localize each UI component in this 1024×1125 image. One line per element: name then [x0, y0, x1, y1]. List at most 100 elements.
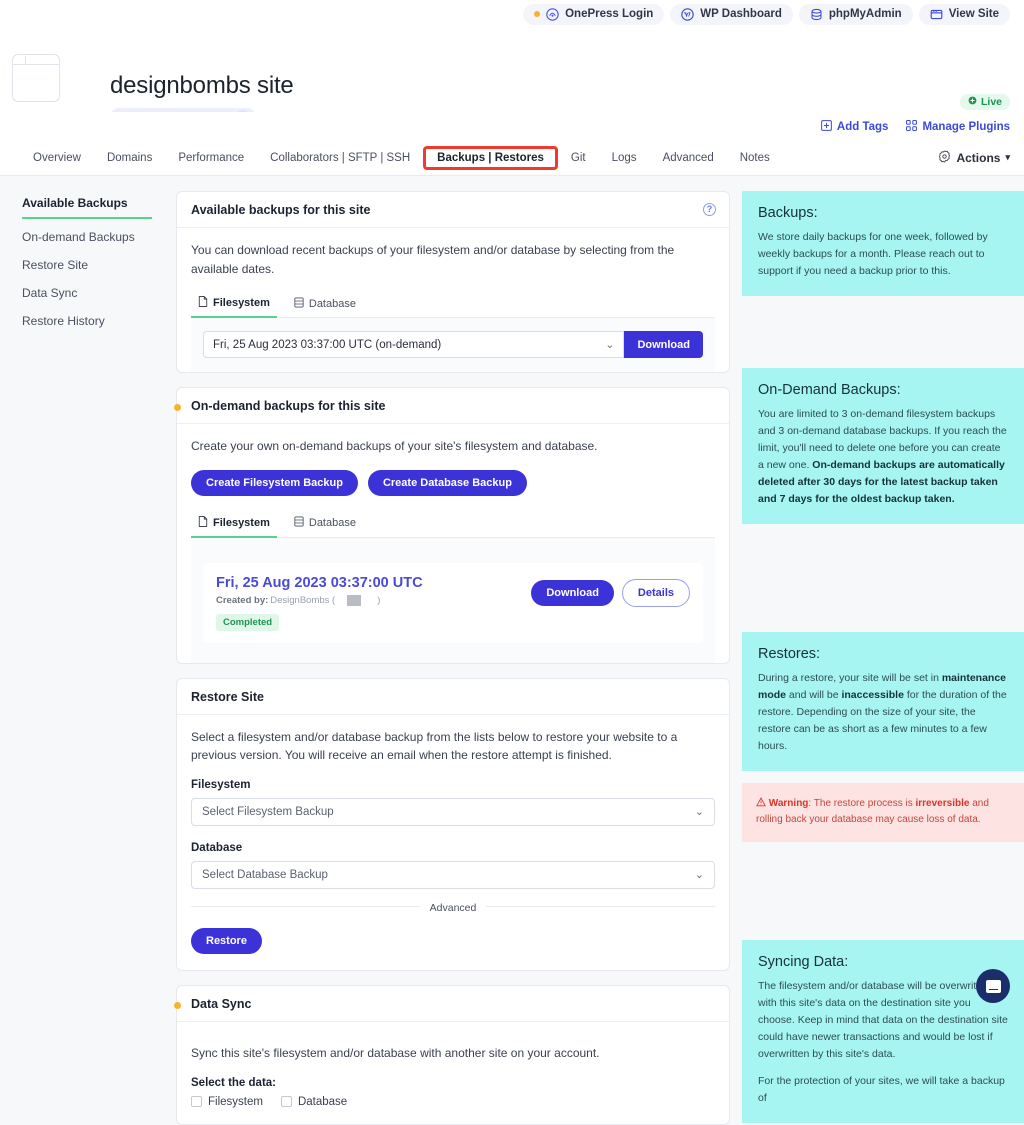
tab-domains[interactable]: Domains: [94, 147, 165, 169]
download-on-demand-backup-button[interactable]: Download: [531, 579, 614, 606]
restores-text-2: and will be: [786, 689, 842, 701]
question-circle-icon[interactable]: ?: [703, 203, 716, 216]
subtab-filesystem[interactable]: Filesystem: [191, 512, 277, 538]
info-card-backups: Backups: We store daily backups for one …: [742, 191, 1024, 296]
chevron-down-icon: ⌄: [605, 339, 615, 352]
tab-overview[interactable]: Overview: [20, 147, 94, 169]
redacted-email-block: [347, 594, 362, 606]
subtab-label: Database: [308, 517, 356, 530]
subtab-label: Filesystem: [213, 516, 270, 529]
restore-site-title: Restore Site: [191, 689, 264, 704]
info-sidebar: Backups: We store daily backups for one …: [742, 191, 1024, 1124]
restore-filesystem-select[interactable]: Select Filesystem Backup ⌄: [191, 797, 715, 826]
sidebar-item-restore-site[interactable]: Restore Site: [22, 253, 176, 281]
add-tags-button[interactable]: Add Tags: [821, 120, 889, 134]
data-sync-title: Data Sync: [191, 996, 252, 1011]
quicklink-view-site[interactable]: View Site: [918, 3, 1010, 25]
manage-plugins-label: Manage Plugins: [922, 121, 1010, 133]
warning-label: Warning: [768, 798, 809, 809]
chat-bubble-icon[interactable]: [976, 969, 1010, 1003]
data-sync-card: Data Sync Sync this site's filesystem an…: [174, 984, 730, 1125]
chevron-down-icon: ⌄: [694, 806, 704, 819]
sidebar-item-on-demand-backups[interactable]: On-demand Backups: [22, 225, 176, 253]
status-badge-label: Live: [980, 96, 1002, 108]
download-backup-button[interactable]: Download: [624, 331, 703, 359]
advanced-toggle[interactable]: Advanced: [191, 899, 715, 914]
restore-button[interactable]: Restore: [191, 927, 262, 954]
backup-details-button[interactable]: Details: [621, 578, 690, 607]
warning-bold-1: irreversible: [915, 798, 970, 809]
actions-label: Actions: [956, 150, 1001, 165]
warning-text-1: : The restore process is: [808, 798, 916, 809]
advanced-label: Advanced: [419, 901, 487, 914]
info-card-body: During a restore, your site will be set …: [758, 670, 1008, 755]
quicklinks-bar: OnePress Login WP Dashboard phpMyAdmin V…: [0, 0, 1024, 28]
database-icon: [294, 297, 304, 311]
info-card-body: You are limited to 3 on-demand filesyste…: [758, 406, 1008, 508]
on-demand-backup-list: Fri, 25 Aug 2023 03:37:00 UTC Created by…: [191, 537, 715, 663]
on-demand-description: Create your own on-demand backups of you…: [191, 439, 598, 454]
data-sync-description: Sync this site's filesystem and/or datab…: [191, 1045, 600, 1060]
backup-item-actions: Download Details: [531, 575, 690, 607]
quicklink-onepress-login[interactable]: OnePress Login: [523, 3, 665, 25]
backup-status-badge: Completed: [216, 613, 280, 631]
tab-logs[interactable]: Logs: [599, 147, 650, 169]
backup-select-row: Fri, 25 Aug 2023 03:37:00 UTC (on-demand…: [203, 331, 703, 359]
restore-database-placeholder: Select Database Backup: [202, 868, 328, 881]
subtab-label: Database: [308, 297, 356, 310]
checkbox-database[interactable]: Database: [280, 1096, 347, 1108]
checkbox-label: Filesystem: [208, 1095, 263, 1108]
on-demand-backups-title: On-demand backups for this site: [191, 399, 386, 414]
info-card-restores: Restores: During a restore, your site wi…: [742, 632, 1024, 771]
add-tags-label: Add Tags: [836, 121, 889, 133]
tab-advanced[interactable]: Advanced: [650, 147, 727, 169]
tab-git[interactable]: Git: [558, 147, 599, 169]
database-field-label: Database: [191, 841, 243, 854]
subtab-database[interactable]: Database: [287, 292, 363, 317]
available-backups-header: Available backups for this site ?: [177, 192, 729, 228]
quicklink-label: OnePress Login: [565, 8, 654, 20]
tab-notes[interactable]: Notes: [727, 147, 783, 169]
backup-item-created-by: Created by: DesignBombs ( ): [216, 594, 423, 606]
subtab-database[interactable]: Database: [287, 512, 363, 537]
restore-site-description: Select a filesystem and/or database back…: [191, 729, 678, 763]
main-content: Available backups for this site ? You ca…: [174, 191, 742, 1125]
sidebar-item-available-backups[interactable]: Available Backups: [22, 191, 152, 219]
filesystem-field-label: Filesystem: [191, 778, 251, 791]
actions-dropdown[interactable]: Actions ▾: [938, 149, 1010, 166]
chevron-down-icon: ⌄: [694, 869, 704, 882]
info-card-on-demand: On-Demand Backups: You are limited to 3 …: [742, 368, 1024, 524]
page-body: Available Backups On-demand Backups Rest…: [0, 177, 1024, 1125]
available-backups-card: Available backups for this site ? You ca…: [176, 191, 730, 374]
main-tabbar: Overview Domains Performance Collaborato…: [0, 140, 1024, 176]
on-demand-subtabs: Filesystem Database: [191, 512, 715, 538]
status-badge: Live: [959, 94, 1010, 110]
subtab-label: Filesystem: [213, 297, 270, 310]
checkbox-filesystem[interactable]: Filesystem: [191, 1096, 263, 1108]
section-sidebar: Available Backups On-demand Backups Rest…: [0, 191, 176, 1015]
section-bullet-icon: [174, 1001, 181, 1009]
created-by-name: DesignBombs (: [270, 594, 336, 606]
file-icon: [198, 296, 208, 310]
checkbox-box-icon: [280, 1096, 292, 1108]
available-backup-select[interactable]: Fri, 25 Aug 2023 03:37:00 UTC (on-demand…: [203, 331, 625, 359]
sidebar-item-restore-history[interactable]: Restore History: [22, 309, 176, 337]
create-filesystem-backup-button[interactable]: Create Filesystem Backup: [191, 469, 358, 496]
create-database-backup-button[interactable]: Create Database Backup: [367, 469, 527, 496]
plus-circle-icon: [968, 96, 977, 108]
restore-database-select[interactable]: Select Database Backup ⌄: [191, 860, 715, 889]
tab-collaborators-sftp-ssh[interactable]: Collaborators | SFTP | SSH: [257, 147, 423, 169]
tab-backups-restores[interactable]: Backups | Restores: [423, 145, 558, 170]
subtab-filesystem[interactable]: Filesystem: [191, 292, 277, 319]
info-card-body-2: For the protection of your sites, we wil…: [758, 1075, 1005, 1105]
info-card-heading: Restores:: [758, 646, 821, 662]
quicklink-wp-dashboard[interactable]: WP Dashboard: [670, 3, 793, 25]
manage-plugins-button[interactable]: Manage Plugins: [906, 120, 1010, 134]
quicklink-label: phpMyAdmin: [828, 8, 902, 20]
available-backup-selected-value: Fri, 25 Aug 2023 03:37:00 UTC (on-demand…: [213, 338, 442, 351]
chevron-down-icon: ▾: [1005, 152, 1010, 162]
sidebar-item-data-sync[interactable]: Data Sync: [22, 281, 176, 309]
tab-performance[interactable]: Performance: [165, 147, 257, 169]
info-card-body: The filesystem and/or database will be o…: [758, 980, 1008, 1061]
quicklink-phpmyadmin[interactable]: phpMyAdmin: [798, 3, 913, 25]
